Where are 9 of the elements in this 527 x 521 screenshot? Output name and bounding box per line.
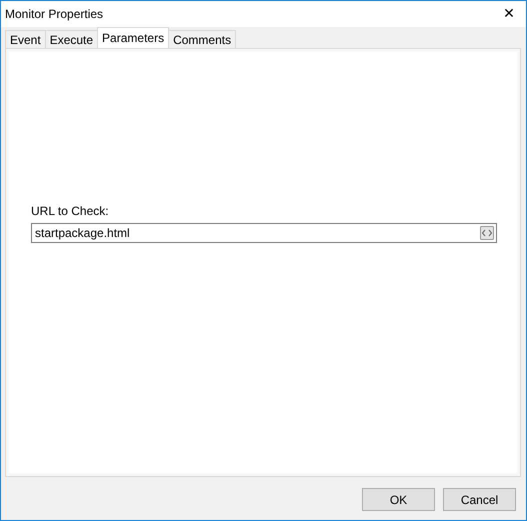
cancel-button[interactable]: Cancel bbox=[443, 488, 516, 511]
tab[interactable]: Comments bbox=[168, 30, 236, 48]
code-icon[interactable] bbox=[480, 226, 494, 240]
field-label: URL to Check: bbox=[31, 204, 110, 218]
url-field[interactable]: startpackage.html bbox=[31, 223, 497, 243]
window-title: Monitor Properties bbox=[5, 7, 104, 21]
tab[interactable]: Event bbox=[5, 30, 46, 48]
ok-button[interactable]: OK bbox=[362, 488, 435, 511]
tab[interactable]: Parameters bbox=[97, 27, 170, 48]
